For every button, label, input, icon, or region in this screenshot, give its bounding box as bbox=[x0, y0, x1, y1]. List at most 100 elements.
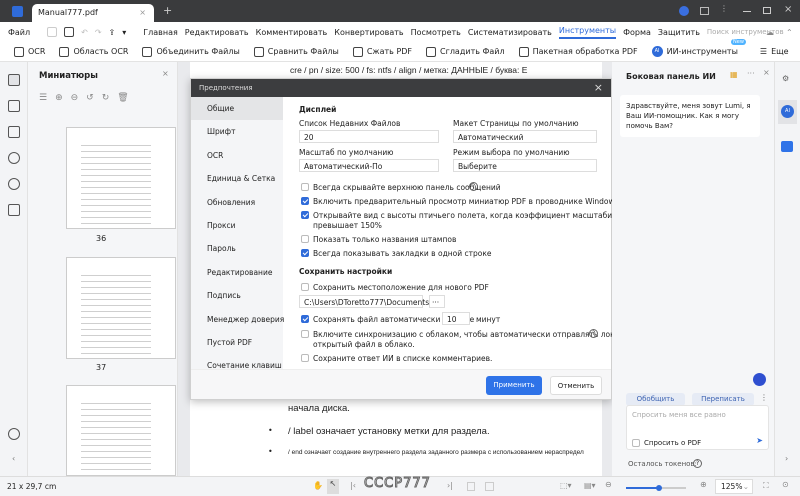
thumbnail-page-38[interactable] bbox=[66, 385, 176, 476]
cloud-sync-checkbox[interactable] bbox=[301, 330, 309, 338]
collapse-ribbon-icon[interactable]: ⌃ bbox=[786, 28, 793, 37]
menu-file[interactable]: Файл bbox=[8, 28, 30, 37]
compress-pdf-button[interactable]: Сжать PDF bbox=[353, 47, 412, 57]
apply-button[interactable]: Применить bbox=[486, 376, 542, 395]
nav-blank-pdf[interactable]: Пустой PDF bbox=[191, 331, 283, 354]
ocr-area-button[interactable]: Область OCR bbox=[59, 47, 128, 57]
expand-right-icon[interactable]: › bbox=[785, 454, 788, 463]
nav-password[interactable]: Пароль bbox=[191, 237, 283, 260]
more-button[interactable]: ☰Еще bbox=[760, 47, 789, 56]
save-location-checkbox[interactable] bbox=[301, 283, 309, 291]
undo-icon[interactable]: ↶ bbox=[81, 28, 88, 37]
flatten-file-button[interactable]: Сгладить Файл bbox=[426, 47, 505, 57]
rotate-left-icon[interactable]: ↺ bbox=[86, 93, 102, 103]
thumbnail-page-37[interactable] bbox=[66, 257, 176, 359]
print-icon[interactable] bbox=[64, 27, 74, 37]
default-zoom-select[interactable]: Автоматический-По bbox=[299, 159, 439, 172]
tab-manual777[interactable]: Manual777.pdf× bbox=[32, 4, 154, 22]
menu-home[interactable]: Главная bbox=[143, 28, 178, 37]
upload-cloud-icon[interactable]: ☁ bbox=[766, 28, 774, 37]
bookmarks-one-line-checkbox[interactable] bbox=[301, 249, 309, 257]
attachment-icon[interactable] bbox=[8, 152, 20, 164]
thumbnail-page-36[interactable] bbox=[66, 127, 176, 229]
menu-tools[interactable]: Инструменты bbox=[559, 26, 616, 39]
nav-units-grid[interactable]: Единица & Сетка bbox=[191, 167, 283, 190]
nav-updates[interactable]: Обновления bbox=[191, 191, 283, 214]
account-icon[interactable] bbox=[679, 6, 689, 16]
ai-tools-button[interactable]: AIИИ-инструментыNew bbox=[652, 46, 738, 57]
first-page-icon[interactable]: |‹ bbox=[350, 481, 356, 490]
last-page-icon[interactable]: ›| bbox=[447, 481, 453, 490]
autosave-checkbox[interactable] bbox=[301, 315, 309, 323]
minimize-icon[interactable] bbox=[743, 11, 751, 12]
autosave-minutes-input[interactable]: 10 bbox=[442, 312, 470, 325]
maximize-icon[interactable] bbox=[763, 7, 771, 14]
save-ai-answer-checkbox[interactable] bbox=[301, 354, 309, 362]
page-layout-select[interactable]: Автоматический bbox=[453, 130, 597, 143]
nav-general[interactable]: Общие bbox=[191, 97, 283, 120]
zoom-slider-handle[interactable] bbox=[656, 485, 662, 491]
compare-files-button[interactable]: Сравнить Файлы bbox=[254, 47, 339, 57]
delete-icon[interactable]: 🗑 bbox=[117, 93, 136, 103]
nav-signature[interactable]: Подпись bbox=[191, 284, 283, 307]
ai-pin-icon[interactable]: ▦ bbox=[730, 70, 738, 79]
menu-protect[interactable]: Защитить bbox=[658, 28, 700, 37]
ocr-button[interactable]: OCR bbox=[14, 47, 45, 57]
menu-convert[interactable]: Конвертировать bbox=[334, 28, 403, 37]
browse-button[interactable]: ··· bbox=[429, 295, 445, 308]
select-tool-icon[interactable]: ↖ bbox=[327, 479, 339, 494]
menu-view[interactable]: Посмотреть bbox=[411, 28, 461, 37]
ai-options-icon[interactable]: ⋮ bbox=[760, 393, 768, 402]
single-page-icon[interactable] bbox=[467, 482, 475, 491]
rotate-right-icon[interactable]: ↻ bbox=[102, 93, 118, 103]
share-icon[interactable]: ⇪ bbox=[109, 28, 116, 37]
ask-pdf-checkbox[interactable] bbox=[632, 439, 640, 447]
zoom-select[interactable]: 125%⌄ bbox=[715, 479, 753, 494]
thumbnails-close-icon[interactable]: × bbox=[162, 69, 169, 78]
batch-pdf-button[interactable]: Пакетная обработка PDF bbox=[519, 47, 638, 57]
menu-organize[interactable]: Систематизировать bbox=[468, 28, 552, 37]
send-icon[interactable]: ➤ bbox=[756, 436, 763, 445]
ai-stop-icon[interactable] bbox=[753, 373, 766, 386]
nav-font[interactable]: Шрифт bbox=[191, 120, 283, 143]
save-path-input[interactable]: C:\Users\DToretto777\Documents bbox=[299, 295, 423, 308]
merge-files-button[interactable]: Объединить Файлы bbox=[142, 47, 239, 57]
more-icon[interactable]: ⋮ bbox=[720, 4, 728, 13]
nav-proxy[interactable]: Прокси bbox=[191, 214, 283, 237]
ai-close-icon[interactable]: × bbox=[763, 68, 770, 77]
stamp-names-checkbox[interactable] bbox=[301, 235, 309, 243]
zoom-out-icon[interactable]: ⊖ bbox=[71, 93, 87, 103]
new-tab-button[interactable]: + bbox=[163, 4, 172, 17]
dropdown-icon[interactable]: ▾ bbox=[122, 28, 126, 37]
close-window-icon[interactable]: × bbox=[784, 4, 792, 15]
feedback-icon[interactable] bbox=[700, 7, 709, 15]
thumbnails-icon[interactable] bbox=[8, 74, 20, 86]
selection-mode-select[interactable]: Выберите bbox=[453, 159, 597, 172]
options-icon[interactable]: ☰ bbox=[39, 93, 55, 103]
fullscreen-icon[interactable]: ⛶ bbox=[763, 481, 769, 491]
cancel-button[interactable]: Отменить bbox=[550, 376, 602, 395]
hand-tool-icon[interactable]: ✋ bbox=[313, 481, 323, 490]
menu-comment[interactable]: Комментировать bbox=[256, 28, 328, 37]
dialog-close-icon[interactable]: × bbox=[594, 81, 603, 94]
redo-icon[interactable]: ↷ bbox=[95, 28, 102, 37]
help-icon[interactable] bbox=[8, 428, 20, 440]
ai-more-icon[interactable]: ··· bbox=[747, 69, 755, 78]
scroll-down-icon[interactable]: ⊙ bbox=[782, 480, 789, 489]
search-icon[interactable] bbox=[8, 178, 20, 190]
tab-close-icon[interactable]: × bbox=[139, 8, 146, 17]
zoom-in-icon[interactable]: ⊕ bbox=[700, 480, 707, 489]
thumbnail-preview-checkbox[interactable] bbox=[301, 197, 309, 205]
ai-settings-icon[interactable]: ⚙ bbox=[782, 74, 789, 83]
collapse-left-icon[interactable]: ‹ bbox=[12, 454, 15, 463]
ai-question-input[interactable]: Спросить меня все равно Спросить о PDF ➤ bbox=[626, 405, 769, 450]
view-mode-icon[interactable]: ▤▾ bbox=[584, 481, 596, 490]
nav-editing[interactable]: Редактирование bbox=[191, 261, 283, 284]
ai-assistant-icon[interactable]: AI bbox=[778, 100, 797, 124]
zoom-slider[interactable] bbox=[626, 487, 686, 489]
translate-icon[interactable] bbox=[781, 141, 793, 152]
zoom-in-icon[interactable]: ⊕ bbox=[55, 93, 71, 103]
nav-ocr[interactable]: OCR bbox=[191, 144, 283, 167]
help-icon[interactable]: ? bbox=[589, 329, 598, 338]
zoom-out-icon[interactable]: ⊖ bbox=[605, 480, 612, 489]
